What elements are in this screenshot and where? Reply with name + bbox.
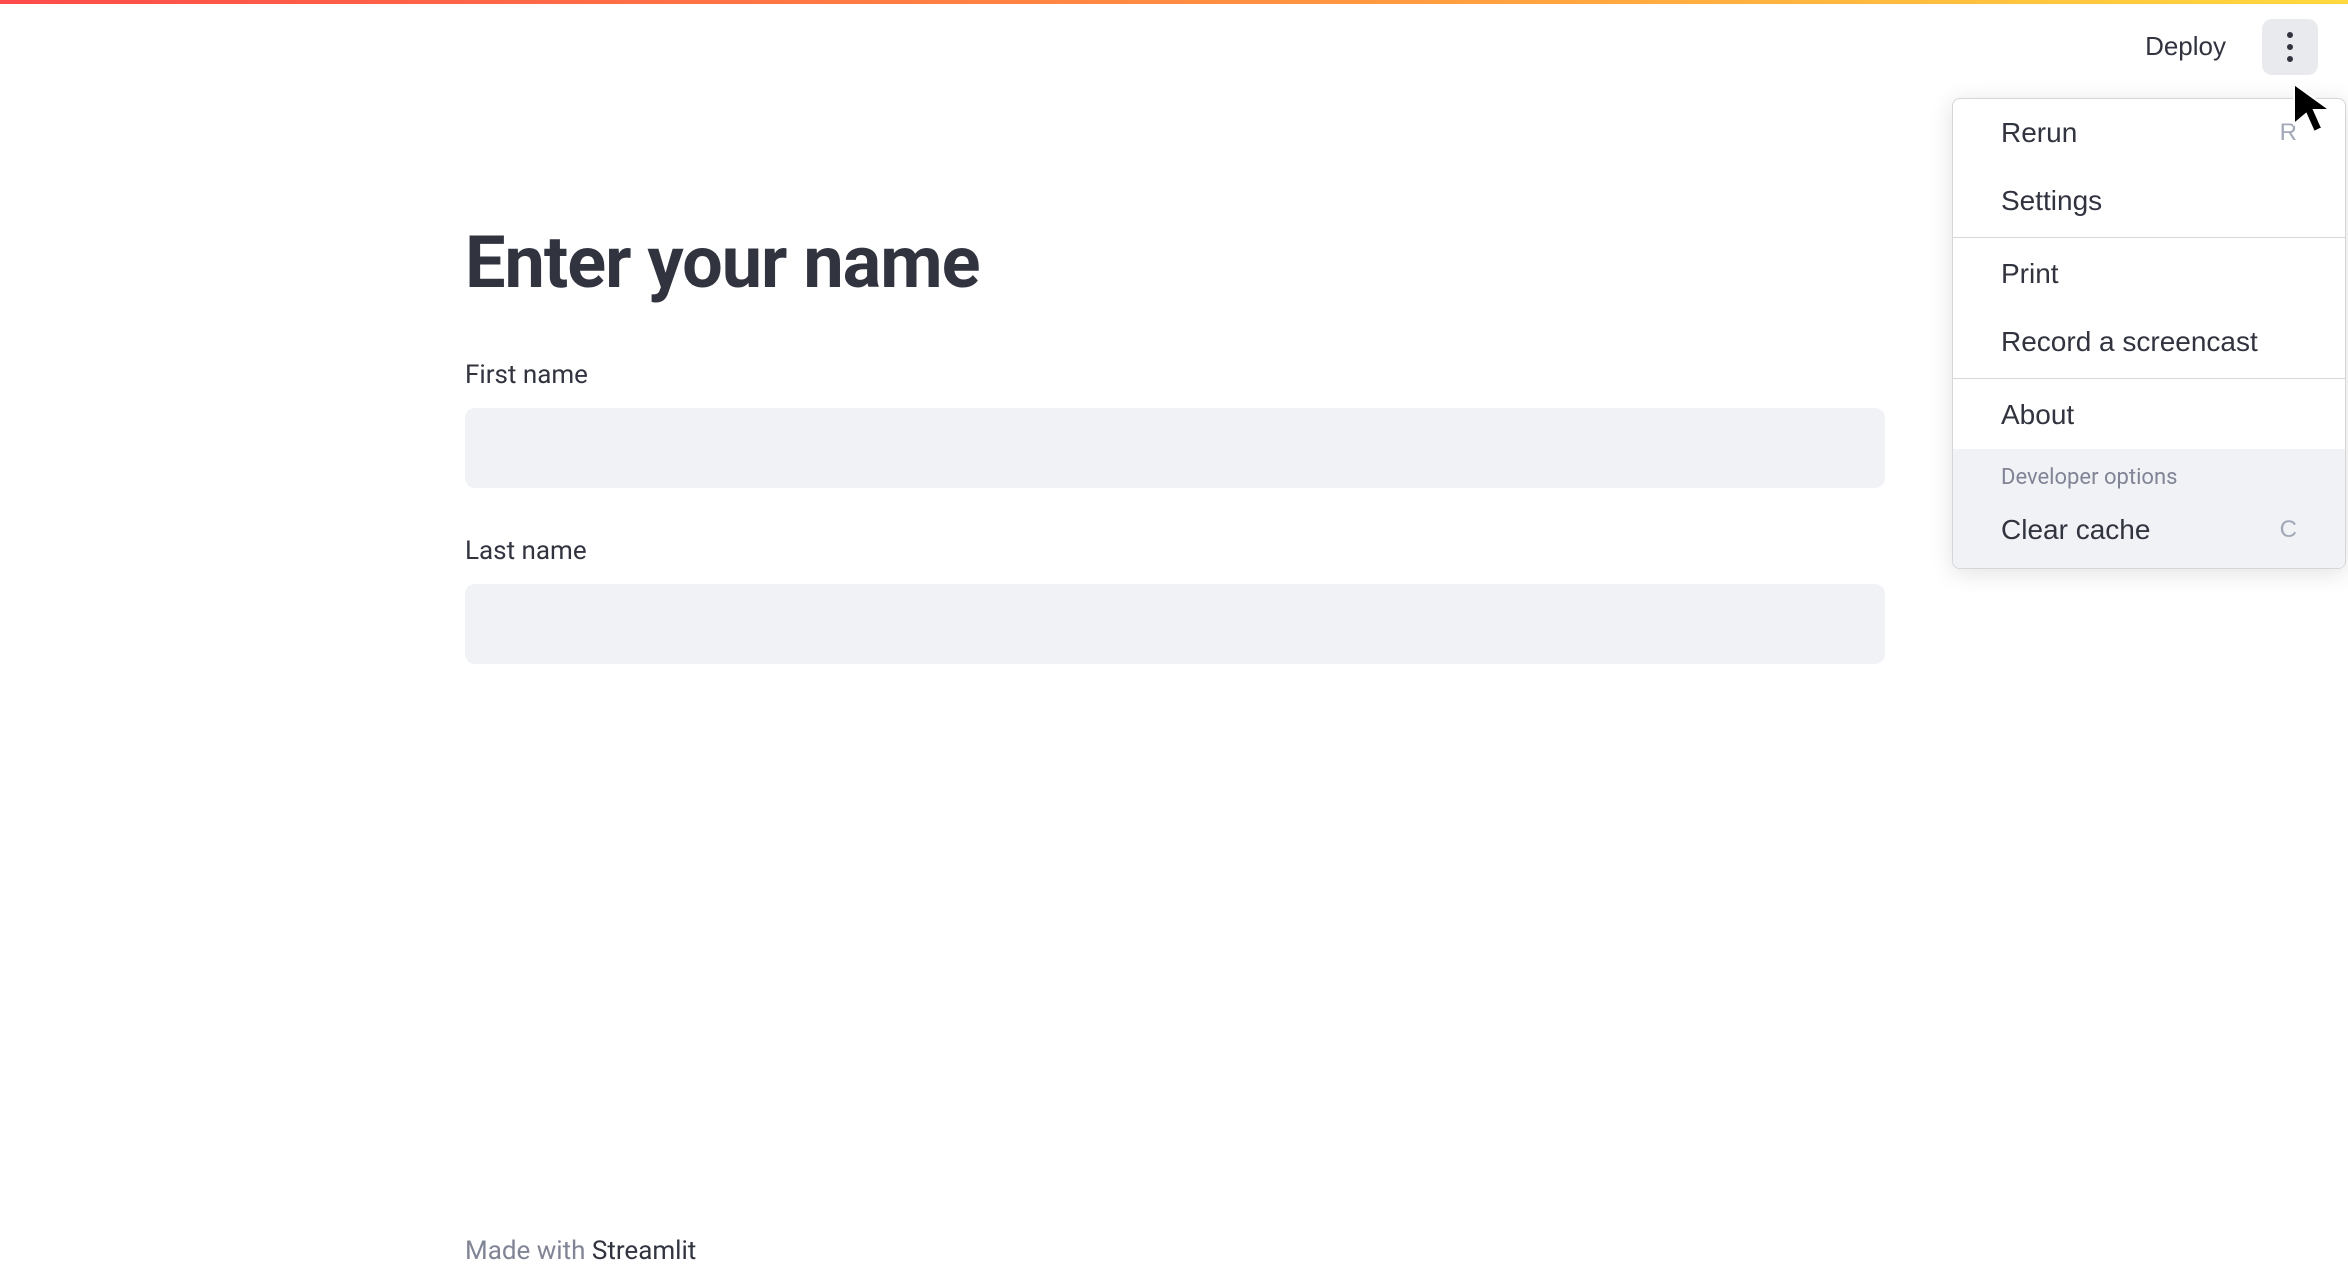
kebab-dot-icon — [2287, 32, 2293, 38]
menu-item-screencast[interactable]: Record a screencast — [1953, 308, 2345, 376]
kebab-menu-button[interactable] — [2262, 19, 2318, 75]
first-name-input[interactable] — [465, 408, 1885, 488]
page-title: Enter your name — [465, 220, 1885, 305]
first-name-group: First name — [465, 360, 1885, 488]
last-name-group: Last name — [465, 536, 1885, 664]
menu-item-label: Record a screencast — [2001, 326, 2258, 358]
dropdown-menu: Rerun R Settings Print Record a screenca… — [1952, 98, 2346, 569]
footer-prefix: Made with — [465, 1236, 592, 1266]
menu-item-settings[interactable]: Settings — [1953, 167, 2345, 235]
menu-item-label: Rerun — [2001, 117, 2077, 149]
menu-item-print[interactable]: Print — [1953, 240, 2345, 308]
header: Deploy — [2129, 4, 2348, 89]
menu-divider — [1953, 237, 2345, 238]
kebab-dot-icon — [2287, 44, 2293, 50]
footer: Made with Streamlit — [465, 1236, 696, 1266]
main-content: Enter your name First name Last name — [465, 220, 1885, 712]
deploy-button[interactable]: Deploy — [2129, 23, 2242, 70]
kebab-dot-icon — [2287, 56, 2293, 62]
menu-item-label: About — [2001, 399, 2074, 431]
menu-divider — [1953, 378, 2345, 379]
footer-brand[interactable]: Streamlit — [592, 1236, 696, 1266]
last-name-input[interactable] — [465, 584, 1885, 664]
menu-item-label: Print — [2001, 258, 2059, 290]
menu-item-shortcut: R — [2280, 119, 2297, 147]
menu-item-label: Clear cache — [2001, 514, 2150, 546]
menu-item-about[interactable]: About — [1953, 381, 2345, 449]
last-name-label: Last name — [465, 536, 1885, 566]
menu-item-clear-cache[interactable]: Clear cache C — [1953, 500, 2345, 568]
menu-item-rerun[interactable]: Rerun R — [1953, 99, 2345, 167]
gradient-bar — [0, 0, 2348, 4]
dev-section: Developer options Clear cache C — [1953, 449, 2345, 568]
first-name-label: First name — [465, 360, 1885, 390]
dev-header: Developer options — [1953, 449, 2345, 500]
menu-item-label: Settings — [2001, 185, 2102, 217]
menu-item-shortcut: C — [2280, 516, 2297, 544]
